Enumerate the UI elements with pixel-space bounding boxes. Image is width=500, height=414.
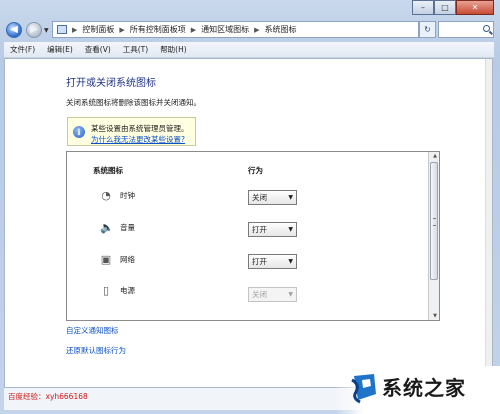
- menu-file[interactable]: 文件(F): [4, 44, 41, 55]
- control-panel-icon: [57, 25, 67, 34]
- power-behavior-select: 关闭 ▼: [248, 287, 297, 302]
- breadcrumb-notification-icons[interactable]: 通知区域图标: [201, 24, 249, 35]
- chevron-down-icon: ▼: [288, 226, 293, 233]
- search-input[interactable]: [438, 21, 494, 38]
- back-button[interactable]: ◀: [6, 22, 22, 38]
- recent-pages-dropdown-icon[interactable]: ▼: [44, 27, 49, 34]
- column-header-behavior: 行为: [248, 166, 263, 175]
- breadcrumb-separator: ▶: [72, 25, 78, 34]
- refresh-button[interactable]: ↻: [419, 21, 436, 38]
- system-icons-panel: 系统图标 行为 ◔ 时钟 关闭 ▼ 🔈 音量 打开 ▼ ▣ 网络 打开 ▼ ▯ …: [66, 151, 440, 321]
- clock-behavior-select[interactable]: 关闭 ▼: [248, 190, 297, 205]
- row-label-power: 电源: [120, 286, 135, 295]
- why-cant-change-link[interactable]: 为什么我无法更改某些设置?: [91, 134, 185, 145]
- customize-notification-icons-link[interactable]: 自定义通知图标: [66, 325, 119, 336]
- breadcrumb-control-panel[interactable]: 控制面板: [82, 24, 114, 35]
- breadcrumb-separator: ▶: [190, 25, 197, 34]
- power-behavior-value: 关闭: [252, 290, 267, 299]
- content-scrollbar[interactable]: [485, 59, 492, 387]
- site-logo: 系统之家: [334, 366, 500, 414]
- panel-scrollbar[interactable]: ▲ ▼: [428, 152, 439, 320]
- scroll-up-icon[interactable]: ▲: [433, 153, 437, 159]
- menu-view[interactable]: 查看(V): [79, 44, 117, 55]
- menu-tools[interactable]: 工具(T): [117, 44, 154, 55]
- breadcrumb-all-items[interactable]: 所有控制面板项: [130, 24, 186, 35]
- network-behavior-select[interactable]: 打开 ▼: [248, 254, 297, 269]
- breadcrumb-separator: ▶: [254, 25, 260, 34]
- clock-behavior-value: 关闭: [252, 193, 267, 202]
- breadcrumb-separator: ▶: [119, 25, 125, 34]
- watermark-text: 百度经验：xyh666168: [8, 392, 88, 401]
- page-description: 关闭系统图标将删除该图标并关闭通知。: [66, 98, 201, 107]
- row-label-clock: 时钟: [120, 191, 135, 200]
- info-text: 某些设置由系统管理员管理。: [91, 124, 189, 133]
- admin-info-box: i 某些设置由系统管理员管理。 为什么我无法更改某些设置?: [67, 117, 196, 146]
- breadcrumb-system-icons[interactable]: 系统图标: [265, 24, 297, 35]
- scroll-down-icon[interactable]: ▼: [433, 313, 437, 319]
- power-icon: ▯: [102, 284, 110, 297]
- search-icon: [483, 25, 490, 32]
- restore-default-behavior-link[interactable]: 还原默认图标行为: [66, 345, 126, 356]
- row-label-network: 网络: [120, 255, 135, 264]
- clock-icon: ◔: [101, 189, 111, 202]
- row-label-volume: 音量: [120, 223, 135, 232]
- navigation-bar: ◀ ▶ ▼ ▶ 控制面板 ▶ 所有控制面板项 ▶ 通知区域图标 ▶ 系统图标 ↻: [0, 0, 500, 40]
- speaker-icon: 🔈: [100, 221, 114, 234]
- menu-help[interactable]: 帮助(H): [154, 44, 193, 55]
- scroll-thumb[interactable]: [430, 162, 438, 280]
- content-pane: 打开或关闭系统图标 关闭系统图标将删除该图标并关闭通知。 i 某些设置由系统管理…: [4, 58, 493, 388]
- logo-mark-icon: [351, 374, 376, 404]
- logo-text: 系统之家: [382, 376, 466, 400]
- address-bar[interactable]: ▶ 控制面板 ▶ 所有控制面板项 ▶ 通知区域图标 ▶ 系统图标: [52, 21, 419, 38]
- chevron-down-icon: ▼: [288, 291, 293, 298]
- volume-behavior-select[interactable]: 打开 ▼: [248, 222, 297, 237]
- network-icon: ▣: [100, 253, 112, 266]
- column-header-icons: 系统图标: [93, 166, 123, 175]
- volume-behavior-value: 打开: [252, 225, 267, 234]
- chevron-down-icon: ▼: [288, 194, 293, 201]
- network-behavior-value: 打开: [252, 257, 267, 266]
- page-title: 打开或关闭系统图标: [66, 78, 156, 89]
- menu-edit[interactable]: 编辑(E): [41, 44, 79, 55]
- explorer-window: – □ ✕ ◀ ▶ ▼ ▶ 控制面板 ▶ 所有控制面板项 ▶ 通知区域图标 ▶ …: [0, 0, 500, 414]
- menu-bar: 文件(F) 编辑(E) 查看(V) 工具(T) 帮助(H): [4, 42, 494, 58]
- info-icon: i: [73, 126, 85, 138]
- forward-button[interactable]: ▶: [26, 22, 42, 38]
- chevron-down-icon: ▼: [288, 258, 293, 265]
